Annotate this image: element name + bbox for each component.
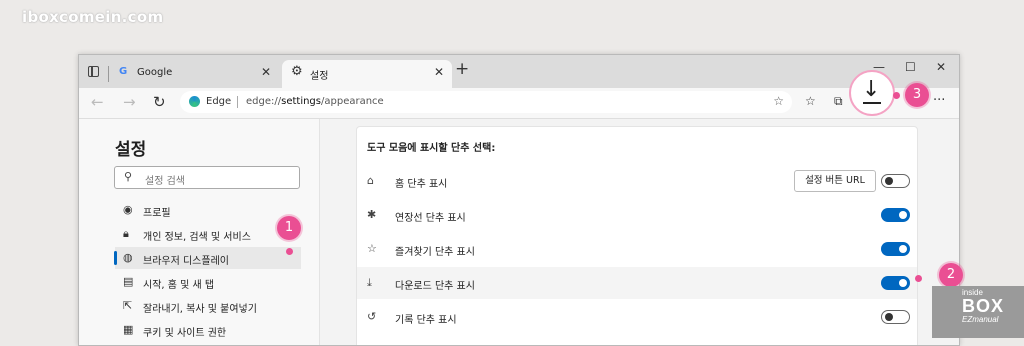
callout-pointer	[286, 248, 293, 255]
setting-row-favorites: ☆ 즐겨찾기 단추 표시	[357, 233, 917, 265]
watermark: iboxcomein.com	[22, 8, 164, 26]
settings-content: 도구 모음에 표시할 단추 선택: ⌂ 홈 단추 표시 설정 버튼 URL ✱ …	[320, 119, 959, 345]
cookie-icon: ▦	[123, 323, 134, 336]
logo-line-2: BOX	[962, 296, 1005, 316]
search-icon: ⚲	[124, 170, 133, 183]
toolbar: ← → ↻ Edge edge://settings/appearance ☆ …	[79, 88, 959, 119]
sidebar-item-label: 프로필	[143, 208, 171, 219]
insidebox-logo: inside BOX EZmanual	[932, 286, 1024, 338]
forward-icon[interactable]: →	[123, 93, 136, 111]
gear-icon: ⚙	[291, 64, 303, 79]
more-options-icon[interactable]: ···	[933, 93, 945, 108]
share-icon: ⇱	[123, 299, 133, 312]
search-input[interactable]: ⚲ 설정 검색	[114, 166, 300, 189]
extensions-toggle[interactable]	[881, 208, 910, 222]
add-favorite-icon[interactable]: ☆	[773, 94, 784, 108]
sidebar-item-profile[interactable]: ◉ 프로필	[115, 199, 301, 221]
lock-icon: 🔒︎	[123, 227, 129, 240]
close-tab-icon[interactable]: ✕	[434, 65, 444, 79]
setting-label: 기록 단추 표시	[395, 315, 457, 326]
maximize-button[interactable]: ☐	[905, 60, 916, 74]
setting-label: 즐겨찾기 단추 표시	[395, 247, 475, 258]
collections-icon[interactable]: ⧉	[834, 94, 843, 109]
download-icon: ⤓	[367, 276, 372, 289]
downloads-toggle[interactable]	[881, 276, 910, 290]
url-text: edge://settings/appearance	[246, 96, 384, 107]
home-toggle[interactable]	[881, 174, 910, 188]
sidebar-item-label: 잘라내기, 복사 및 붙여넣기	[143, 304, 257, 315]
favorites-toggle[interactable]	[881, 242, 910, 256]
setting-row-downloads: ⤓ 다운로드 단추 표시	[357, 267, 917, 299]
tab-label: Google	[137, 67, 173, 78]
sidebar-item-label: 쿠키 및 사이트 권한	[143, 328, 227, 339]
refresh-icon[interactable]: ↻	[153, 93, 166, 111]
setting-label: 다운로드 단추 표시	[395, 281, 475, 292]
callout-badge-3: 3	[905, 83, 929, 107]
sidebar-item-privacy[interactable]: 🔒︎ 개인 정보, 검색 및 서비스	[115, 223, 301, 245]
new-tab-button[interactable]: +	[455, 59, 469, 79]
history-toggle[interactable]	[881, 310, 910, 324]
close-tab-icon[interactable]: ✕	[261, 65, 271, 79]
start-icon: ▤	[123, 275, 134, 288]
callout-badge-2: 2	[939, 263, 963, 287]
setting-row-home: ⌂ 홈 단추 표시 설정 버튼 URL	[357, 165, 917, 197]
browser-window: G Google ✕ ⚙ 설정 ✕ + — ☐ ✕ ← → ↻ Edge edg…	[78, 54, 960, 346]
tab-actions-icon[interactable]	[88, 66, 99, 77]
callout-pointer	[893, 92, 900, 99]
sidebar-item-label: 개인 정보, 검색 및 서비스	[143, 232, 251, 243]
edge-label: Edge	[206, 96, 232, 107]
setting-row-history: ↺ 기록 단추 표시	[357, 301, 917, 333]
search-placeholder: 설정 검색	[145, 176, 185, 187]
download-button-highlight[interactable]: ↓	[849, 70, 895, 116]
divider	[237, 96, 238, 108]
tab-google[interactable]: G Google ✕	[108, 60, 279, 88]
sidebar-item-label: 브라우저 디스플레이	[143, 256, 229, 267]
tab-label: 설정	[310, 71, 329, 82]
setting-label: 연장선 단추 표시	[395, 213, 466, 224]
callout-badge-1: 1	[277, 216, 301, 240]
palette-icon: ◍	[123, 251, 133, 264]
favorites-icon: ☆	[367, 242, 377, 255]
sidebar-item-share[interactable]: ⇱ 잘라내기, 복사 및 붙여넣기	[115, 295, 301, 317]
profile-icon: ◉	[123, 203, 133, 216]
download-icon: ↓	[862, 77, 881, 102]
tab-bar: G Google ✕ ⚙ 설정 ✕ + — ☐ ✕	[79, 55, 959, 88]
back-icon[interactable]: ←	[91, 93, 104, 111]
sidebar-item-appearance[interactable]: ◍ 브라우저 디스플레이	[114, 247, 301, 269]
toolbar-settings-card: 도구 모음에 표시할 단추 선택: ⌂ 홈 단추 표시 설정 버튼 URL ✱ …	[356, 126, 918, 345]
sidebar-item-start[interactable]: ▤ 시작, 홈 및 새 탭	[115, 271, 301, 293]
extension-icon: ✱	[367, 208, 377, 221]
home-icon: ⌂	[367, 174, 374, 187]
logo-line-3: EZmanual	[962, 315, 999, 324]
set-home-url-button[interactable]: 설정 버튼 URL	[794, 170, 876, 192]
address-bar[interactable]: Edge edge://settings/appearance ☆	[180, 91, 792, 113]
sidebar-item-label: 시작, 홈 및 새 탭	[143, 280, 215, 291]
setting-label: 홈 단추 표시	[395, 179, 448, 190]
google-icon: G	[119, 66, 128, 77]
callout-pointer	[915, 275, 922, 282]
close-window-button[interactable]: ✕	[936, 60, 946, 74]
tab-settings[interactable]: ⚙ 설정 ✕	[282, 60, 452, 88]
favorites-icon[interactable]: ☆	[805, 94, 816, 108]
section-title: 도구 모음에 표시할 단추 선택:	[367, 143, 496, 154]
history-icon: ↺	[367, 310, 377, 323]
download-underline	[863, 102, 881, 104]
page-title: 설정	[115, 140, 147, 160]
edge-icon	[189, 96, 200, 107]
setting-row-extensions: ✱ 연장선 단추 표시	[357, 199, 917, 231]
